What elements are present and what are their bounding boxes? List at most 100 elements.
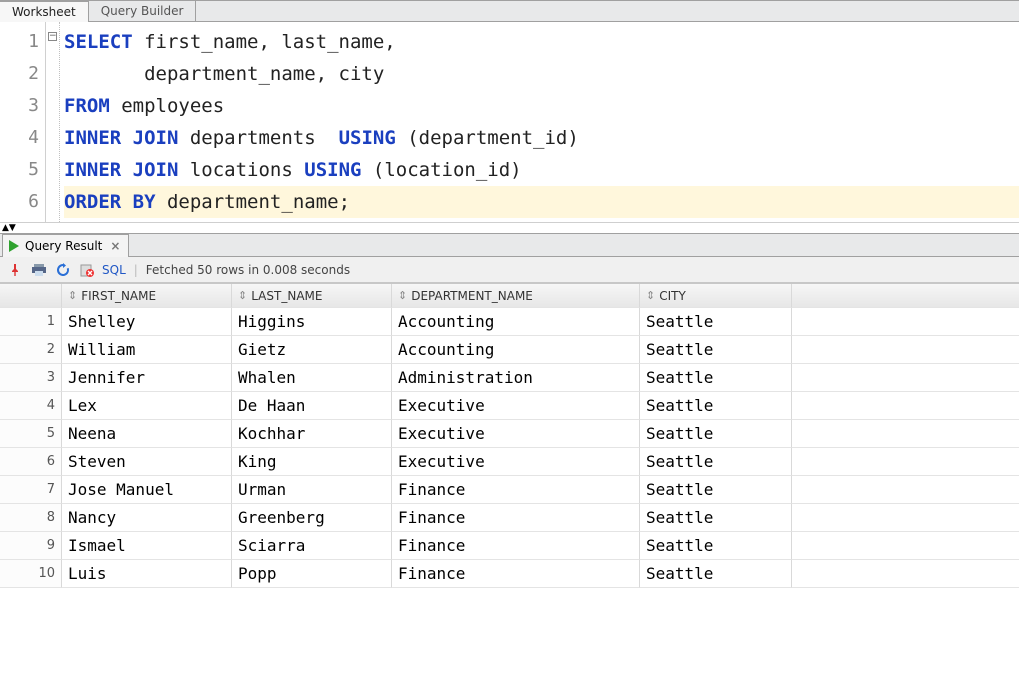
pane-splitter[interactable]: ▲▼ (0, 223, 1019, 233)
cell-last-name[interactable]: Gietz (232, 336, 392, 364)
table-row[interactable]: 9IsmaelSciarraFinanceSeattle (0, 532, 1019, 560)
cell-dept-name[interactable]: Finance (392, 560, 640, 588)
table-row[interactable]: 8NancyGreenbergFinanceSeattle (0, 504, 1019, 532)
cell-first-name[interactable]: Steven (62, 448, 232, 476)
cell-filler (792, 448, 1019, 476)
row-number: 4 (0, 392, 62, 420)
sort-icon: ⇕ (646, 289, 655, 302)
table-row[interactable]: 2WilliamGietzAccountingSeattle (0, 336, 1019, 364)
sql-link[interactable]: SQL (102, 263, 126, 277)
cell-first-name[interactable]: Jennifer (62, 364, 232, 392)
cell-filler (792, 532, 1019, 560)
table-row[interactable]: 6StevenKingExecutiveSeattle (0, 448, 1019, 476)
cell-city[interactable]: Seattle (640, 420, 792, 448)
cell-last-name[interactable]: King (232, 448, 392, 476)
table-row[interactable]: 5NeenaKochharExecutiveSeattle (0, 420, 1019, 448)
cell-dept-name[interactable]: Finance (392, 476, 640, 504)
cell-first-name[interactable]: Neena (62, 420, 232, 448)
cell-last-name[interactable]: De Haan (232, 392, 392, 420)
code-line[interactable]: department_name, city (64, 58, 1019, 90)
cell-last-name[interactable]: Higgins (232, 308, 392, 336)
table-row[interactable]: 10LuisPoppFinanceSeattle (0, 560, 1019, 588)
cell-city[interactable]: Seattle (640, 532, 792, 560)
cell-dept-name[interactable]: Finance (392, 504, 640, 532)
sql-editor[interactable]: 123456 − SELECT first_name, last_name, d… (0, 22, 1019, 223)
refresh-icon[interactable] (54, 261, 72, 279)
cell-city[interactable]: Seattle (640, 476, 792, 504)
code-line[interactable]: FROM employees (64, 90, 1019, 122)
results-grid: ⇕FIRST_NAME ⇕LAST_NAME ⇕DEPARTMENT_NAME … (0, 283, 1019, 588)
fetch-status: Fetched 50 rows in 0.008 seconds (146, 263, 350, 277)
cell-last-name[interactable]: Whalen (232, 364, 392, 392)
row-number: 7 (0, 476, 62, 504)
cell-first-name[interactable]: Ismael (62, 532, 232, 560)
grid-header-row: ⇕FIRST_NAME ⇕LAST_NAME ⇕DEPARTMENT_NAME … (0, 284, 1019, 308)
sort-icon: ⇕ (238, 289, 247, 302)
cell-first-name[interactable]: William (62, 336, 232, 364)
pin-icon[interactable] (6, 261, 24, 279)
cell-last-name[interactable]: Kochhar (232, 420, 392, 448)
column-header-last-name[interactable]: ⇕LAST_NAME (232, 284, 392, 308)
table-row[interactable]: 3JenniferWhalenAdministrationSeattle (0, 364, 1019, 392)
cell-dept-name[interactable]: Accounting (392, 336, 640, 364)
cell-city[interactable]: Seattle (640, 308, 792, 336)
cell-last-name[interactable]: Greenberg (232, 504, 392, 532)
cell-city[interactable]: Seattle (640, 504, 792, 532)
cell-last-name[interactable]: Urman (232, 476, 392, 504)
cell-last-name[interactable]: Popp (232, 560, 392, 588)
fold-toggle-icon[interactable]: − (48, 32, 57, 41)
code-area[interactable]: SELECT first_name, last_name, department… (60, 22, 1019, 222)
cell-first-name[interactable]: Jose Manuel (62, 476, 232, 504)
line-number: 3 (0, 90, 39, 122)
cell-dept-name[interactable]: Executive (392, 448, 640, 476)
close-icon[interactable]: × (108, 239, 122, 253)
tab-query-builder[interactable]: Query Builder (89, 1, 197, 21)
line-number: 1 (0, 26, 39, 58)
code-line[interactable]: ORDER BY department_name; (64, 186, 1019, 218)
cell-dept-name[interactable]: Executive (392, 420, 640, 448)
cell-dept-name[interactable]: Administration (392, 364, 640, 392)
table-row[interactable]: 1ShelleyHigginsAccountingSeattle (0, 308, 1019, 336)
row-number: 10 (0, 560, 62, 588)
cell-city[interactable]: Seattle (640, 392, 792, 420)
cell-city[interactable]: Seattle (640, 448, 792, 476)
row-number: 6 (0, 448, 62, 476)
fold-gutter[interactable]: − (46, 22, 60, 222)
cell-city[interactable]: Seattle (640, 560, 792, 588)
cell-city[interactable]: Seattle (640, 364, 792, 392)
row-number: 1 (0, 308, 62, 336)
cell-first-name[interactable]: Luis (62, 560, 232, 588)
table-row[interactable]: 4LexDe HaanExecutiveSeattle (0, 392, 1019, 420)
code-line[interactable]: SELECT first_name, last_name, (64, 26, 1019, 58)
editor-tabstrip: Worksheet Query Builder (0, 0, 1019, 22)
cell-city[interactable]: Seattle (640, 336, 792, 364)
cell-first-name[interactable]: Lex (62, 392, 232, 420)
cell-dept-name[interactable]: Accounting (392, 308, 640, 336)
cell-dept-name[interactable]: Finance (392, 532, 640, 560)
cell-first-name[interactable]: Shelley (62, 308, 232, 336)
tab-worksheet[interactable]: Worksheet (0, 1, 89, 22)
cell-filler (792, 336, 1019, 364)
result-toolbar: SQL | Fetched 50 rows in 0.008 seconds (0, 257, 1019, 283)
tab-query-result[interactable]: Query Result × (2, 234, 129, 257)
print-icon[interactable] (30, 261, 48, 279)
cell-filler (792, 560, 1019, 588)
cell-dept-name[interactable]: Executive (392, 392, 640, 420)
result-tab-label: Query Result (25, 239, 102, 253)
cell-filler (792, 364, 1019, 392)
column-header-dept-name[interactable]: ⇕DEPARTMENT_NAME (392, 284, 640, 308)
delete-icon[interactable] (78, 261, 96, 279)
row-number: 3 (0, 364, 62, 392)
line-number: 4 (0, 122, 39, 154)
column-header-first-name[interactable]: ⇕FIRST_NAME (62, 284, 232, 308)
cell-last-name[interactable]: Sciarra (232, 532, 392, 560)
cell-first-name[interactable]: Nancy (62, 504, 232, 532)
header-filler (792, 284, 1019, 308)
column-header-city[interactable]: ⇕CITY (640, 284, 792, 308)
code-line[interactable]: INNER JOIN departments USING (department… (64, 122, 1019, 154)
row-number: 5 (0, 420, 62, 448)
row-number: 8 (0, 504, 62, 532)
header-rownum (0, 284, 62, 308)
code-line[interactable]: INNER JOIN locations USING (location_id) (64, 154, 1019, 186)
table-row[interactable]: 7Jose ManuelUrmanFinanceSeattle (0, 476, 1019, 504)
